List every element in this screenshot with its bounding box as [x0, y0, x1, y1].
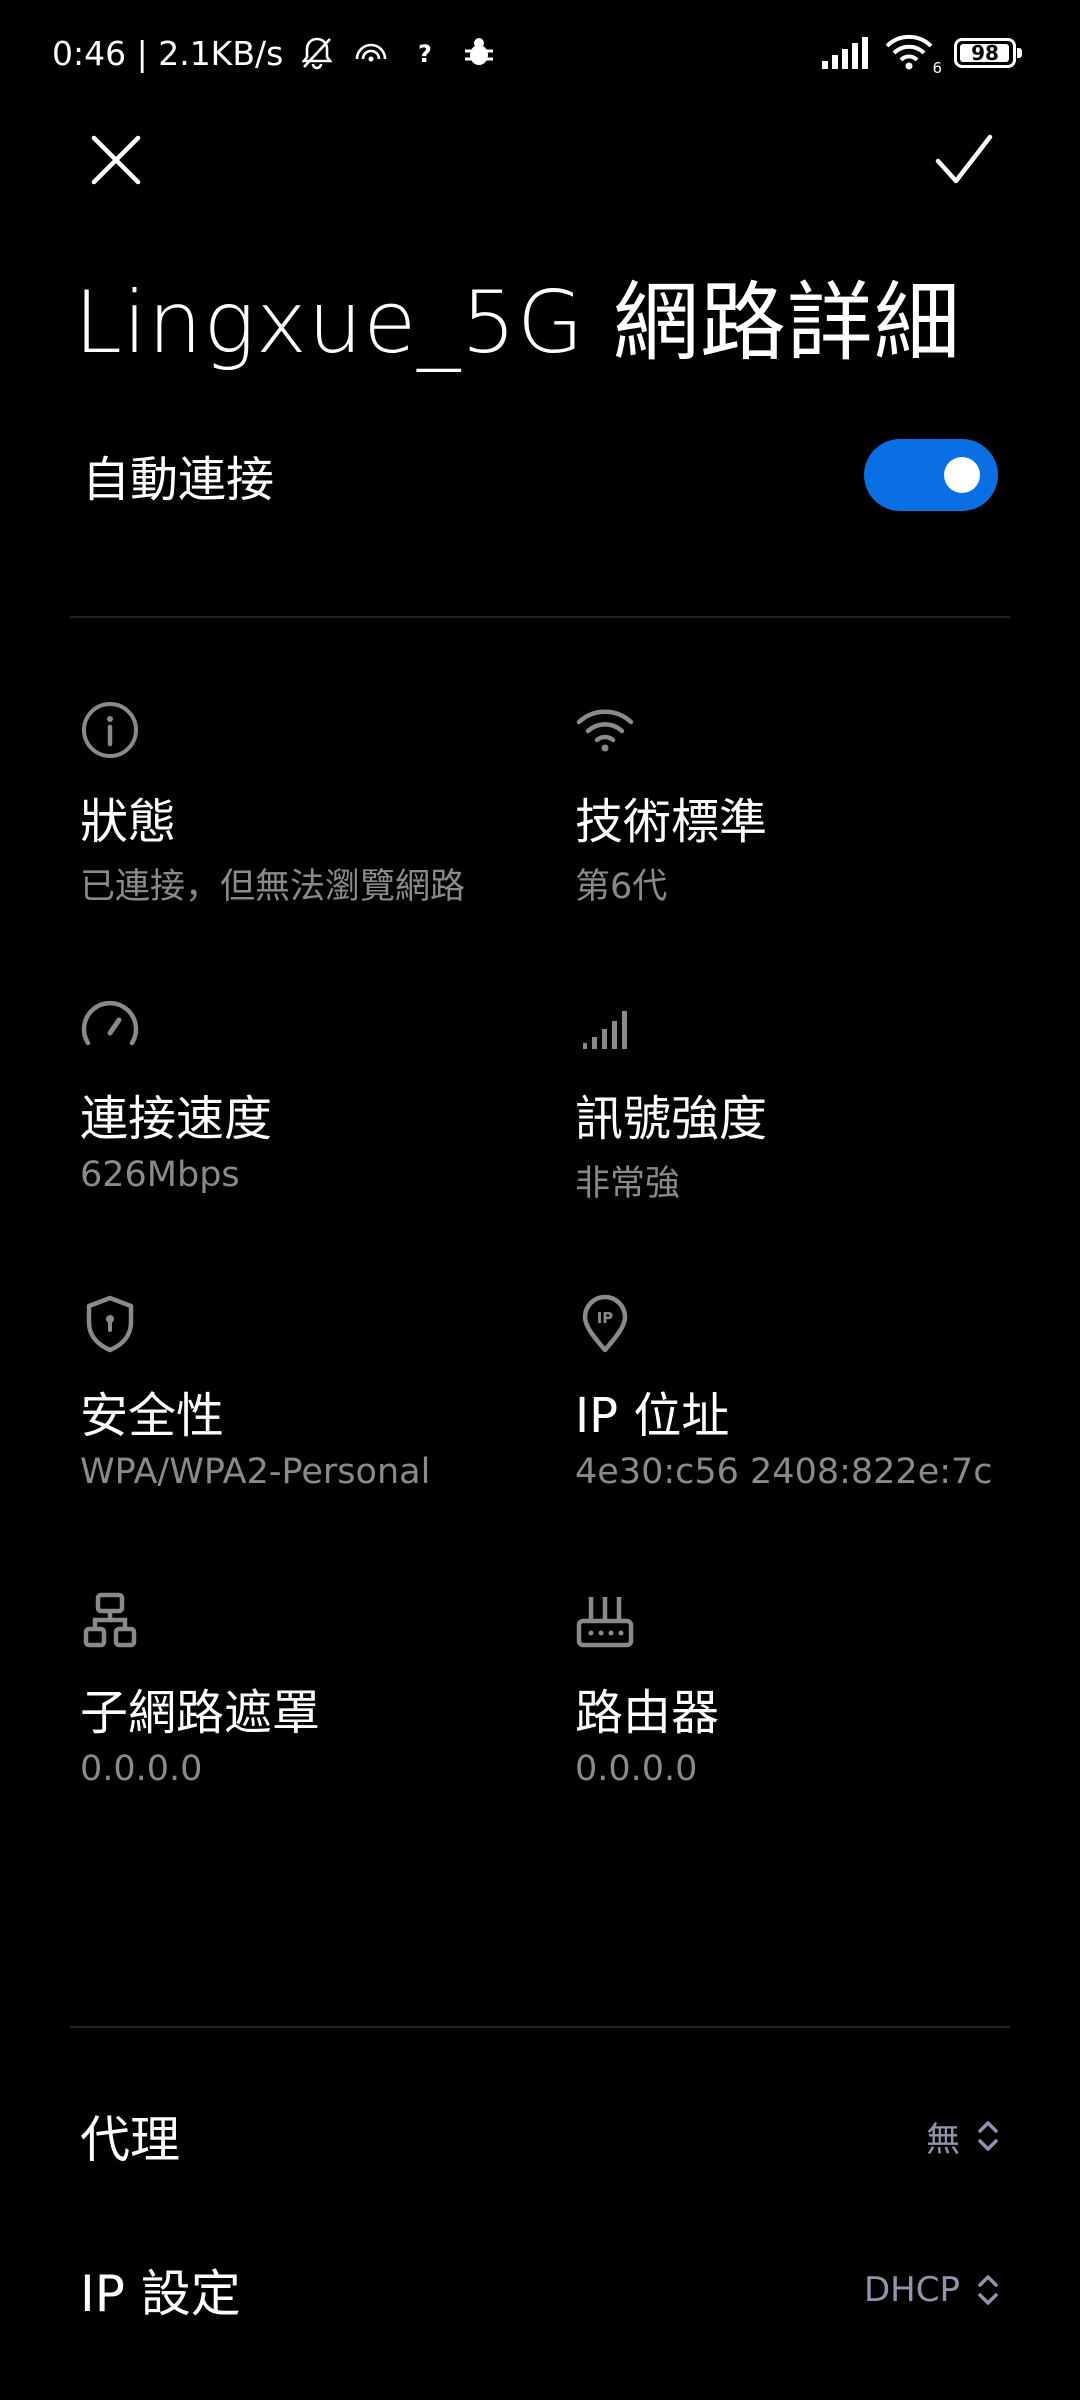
detail-link-speed: 連接速度 626Mbps [80, 997, 560, 1257]
detail-status: 狀態 已連接，但無法瀏覽網路 [80, 700, 560, 960]
signal-icon [822, 37, 868, 69]
detail-router: 路由器 0.0.0.0 [575, 1591, 1055, 1851]
proxy-value-text: 無 [926, 2119, 960, 2160]
wifi-status: 6 [884, 33, 942, 77]
detail-value: 非常強 [575, 1164, 681, 1204]
network-icon [83, 1592, 137, 1648]
status-right: 6 98 [806, 30, 1022, 77]
detail-value: 已連接，但無法瀏覽網路 [80, 867, 466, 907]
detail-label: 訊號強度 [575, 1091, 768, 1147]
divider-top [70, 616, 1010, 618]
detail-value: 4e30:c56 2408:822e:7c87 [575, 1452, 995, 1492]
wifi-icon [885, 34, 933, 70]
status-time-speed: 0:46 | 2.1KB/s [52, 33, 284, 73]
confirm-button[interactable] [924, 120, 1004, 200]
close-button[interactable] [76, 120, 156, 200]
svg-text:?: ? [418, 40, 432, 68]
status-left: 0:46 | 2.1KB/s ? [52, 30, 499, 76]
battery-icon: 98 [954, 38, 1022, 68]
shield-icon [86, 1295, 134, 1353]
detail-value: 第6代 [575, 867, 668, 907]
auto-connect-label: 自動連接 [82, 452, 275, 508]
detail-label: 安全性 [80, 1388, 225, 1444]
proxy-setting-row[interactable]: 代理 無 [80, 2086, 1000, 2186]
detail-subnet: 子網路遮罩 0.0.0.0 [80, 1591, 560, 1851]
ip-settings-value[interactable]: DHCP [864, 2270, 1000, 2310]
bell-off-icon [301, 37, 333, 70]
divider-bottom [70, 2026, 1010, 2028]
up-down-arrow-icon [978, 2275, 998, 2305]
wifi-question-icon: ? [418, 40, 432, 68]
battery-cap [1017, 48, 1022, 58]
check-icon [935, 134, 993, 184]
toggle-knob [944, 457, 980, 493]
detail-signal: 訊號強度 非常強 [575, 997, 1055, 1257]
up-down-arrow-icon [978, 2121, 998, 2151]
close-icon [91, 135, 141, 185]
detail-standard: 技術標準 第6代 [575, 700, 1055, 960]
proxy-label: 代理 [80, 2111, 180, 2169]
auto-connect-toggle[interactable] [864, 439, 998, 511]
detail-value: 626Mbps [80, 1155, 240, 1195]
detail-label: 子網路遮罩 [80, 1685, 321, 1741]
detail-label: 狀態 [80, 794, 177, 850]
status-bar: 0:46 | 2.1KB/s ? 6 98 [0, 0, 1080, 104]
signal-icon [583, 1011, 627, 1049]
detail-label: 路由器 [575, 1685, 720, 1741]
detail-label: 連接速度 [80, 1091, 273, 1147]
ip-settings-row[interactable]: IP 設定 DHCP [80, 2240, 1000, 2340]
svg-text:IP: IP [597, 1309, 614, 1327]
ip-settings-value-text: DHCP [864, 2270, 960, 2310]
wifi-icon [576, 709, 634, 752]
auto-connect-row[interactable]: 自動連接 [82, 430, 998, 520]
detail-security: 安全性 WPA/WPA2-Personal [80, 1294, 560, 1554]
ip-settings-label: IP 設定 [80, 2265, 241, 2323]
bug-icon [465, 38, 494, 65]
detail-label: IP 位址 [575, 1388, 730, 1444]
router-icon [576, 1597, 634, 1648]
proxy-value[interactable]: 無 [926, 2112, 1000, 2161]
detail-ip-address: IP IP 位址 4e30:c56 2408:822e:7c87 [575, 1294, 1055, 1554]
wifi-badge: 6 [932, 59, 942, 77]
ip-pin-icon: IP [582, 1294, 628, 1353]
speedometer-icon [81, 1000, 139, 1046]
battery-percent: 98 [971, 41, 999, 65]
detail-value: 0.0.0.0 [80, 1749, 203, 1789]
detail-label: 技術標準 [575, 794, 768, 850]
detail-value: WPA/WPA2-Personal [80, 1452, 431, 1492]
info-icon [82, 702, 138, 758]
detail-value: 0.0.0.0 [575, 1749, 698, 1789]
hotspot-icon [355, 43, 387, 62]
page-title: Lingxue_5G 網路詳細 [74, 273, 961, 373]
